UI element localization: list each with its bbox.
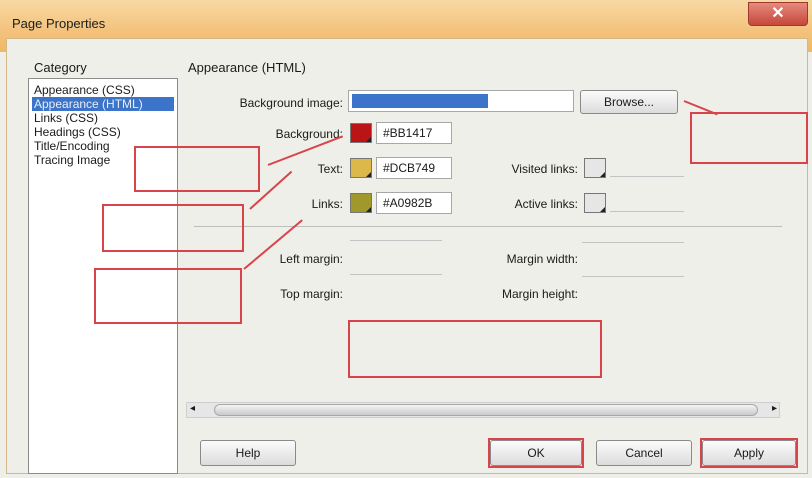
background-color-value: #BB1417 <box>383 126 433 140</box>
links-color-swatch[interactable] <box>350 193 372 213</box>
background-color-field[interactable]: #BB1417 <box>376 122 452 144</box>
active-links-label: Active links: <box>514 197 578 211</box>
text-label: Text: <box>317 162 343 176</box>
annotation-box-links <box>94 268 242 324</box>
annotation-box-background <box>134 146 260 192</box>
category-item-tracing-image[interactable]: Tracing Image <box>34 153 110 167</box>
section-divider <box>194 226 782 227</box>
visited-links-swatch[interactable] <box>584 158 606 178</box>
background-image-field[interactable] <box>348 90 574 112</box>
category-item-appearance-css[interactable]: Appearance (CSS) <box>34 83 135 97</box>
margin-height-field[interactable] <box>582 276 684 277</box>
category-label: Category <box>34 60 87 75</box>
annotation-box-text <box>102 204 244 252</box>
category-item-title-encoding[interactable]: Title/Encoding <box>34 139 110 153</box>
category-item-links-css[interactable]: Links (CSS) <box>34 111 98 125</box>
annotation-box-margins <box>348 320 602 378</box>
cancel-button[interactable]: Cancel <box>596 440 692 466</box>
category-item-appearance-html[interactable]: Appearance (HTML) <box>32 97 174 111</box>
scroll-right-icon[interactable]: ▸ <box>772 403 777 414</box>
background-color-swatch[interactable] <box>350 123 372 143</box>
text-color-value: #DCB749 <box>383 161 436 175</box>
window-title: Page Properties <box>12 16 106 31</box>
margin-width-field[interactable] <box>582 242 684 243</box>
visited-links-label: Visited links: <box>511 162 578 176</box>
active-links-swatch[interactable] <box>584 193 606 213</box>
links-label: Links: <box>311 197 343 211</box>
left-margin-field[interactable] <box>350 240 442 241</box>
top-margin-field[interactable] <box>350 274 442 275</box>
active-links-field[interactable] <box>610 211 684 212</box>
left-margin-label: Left margin: <box>279 252 343 266</box>
background-image-selection <box>352 94 488 108</box>
margin-width-label: Margin width: <box>506 252 578 266</box>
links-color-field[interactable]: #A0982B <box>376 192 452 214</box>
close-icon[interactable]: ✕ <box>748 2 808 26</box>
annotation-box-browse <box>690 112 808 164</box>
top-margin-label: Top margin: <box>280 287 343 301</box>
help-button[interactable]: Help <box>200 440 296 466</box>
scroll-left-icon[interactable]: ◂ <box>190 403 195 414</box>
margin-height-label: Margin height: <box>501 287 578 301</box>
text-color-field[interactable]: #DCB749 <box>376 157 452 179</box>
links-color-value: #A0982B <box>383 196 433 210</box>
annotation-box-ok <box>488 438 584 468</box>
background-image-label: Background image: <box>239 96 343 110</box>
scrollbar-thumb[interactable] <box>214 404 758 416</box>
annotation-box-apply <box>700 438 798 468</box>
visited-links-field[interactable] <box>610 176 684 177</box>
text-color-swatch[interactable] <box>350 158 372 178</box>
section-title: Appearance (HTML) <box>188 60 306 75</box>
browse-button[interactable]: Browse... <box>580 90 678 114</box>
category-item-headings-css[interactable]: Headings (CSS) <box>34 125 121 139</box>
